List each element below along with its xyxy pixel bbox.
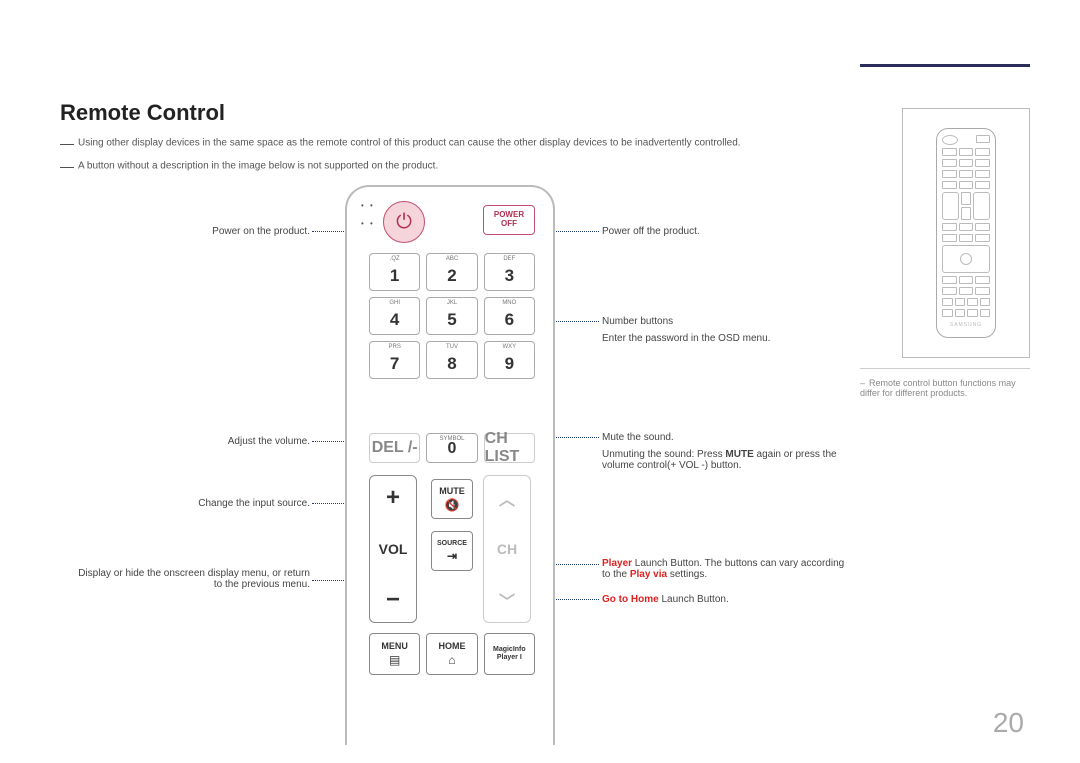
ir-dots: • • — [361, 201, 375, 210]
key-chlist: CH LIST — [484, 433, 535, 463]
callout-home: Go to Home Launch Button. — [602, 594, 852, 605]
home-icon: ⌂ — [448, 653, 455, 667]
key-3: DEF3 — [484, 253, 535, 291]
vol-plus-icon: + — [386, 484, 400, 512]
callout-power-off: Power off the product. — [602, 226, 852, 237]
chevron-down-icon: ﹀ — [499, 588, 515, 612]
key-del: DEL /- — [369, 433, 420, 463]
power-button: ⏻ — [383, 201, 425, 243]
power-off-button: POWEROFF — [483, 205, 535, 235]
mini-brand: SAMSUNG — [942, 322, 990, 328]
note-2: ―A button without a description in the i… — [60, 158, 438, 174]
key-6: MNO6 — [484, 297, 535, 335]
callout-player: Player Launch Button. The buttons can va… — [602, 558, 852, 580]
mute-button: MUTE🔇 — [431, 479, 473, 519]
vol-minus-icon: − — [386, 586, 400, 614]
key-7: PRS7 — [369, 341, 420, 379]
channel-rocker: ︿ CH ﹀ — [483, 475, 531, 623]
ir-dots: • • — [361, 219, 375, 228]
callout-power-on: Power on the product. — [70, 226, 310, 237]
callout-menu: Display or hide the onscreen display men… — [70, 568, 310, 590]
home-button: HOME⌂ — [426, 633, 477, 675]
callout-numbers: Number buttons Enter the password in the… — [602, 316, 852, 344]
key-1: .QZ1 — [369, 253, 420, 291]
key-9: WXY9 — [484, 341, 535, 379]
thumb-separator — [860, 368, 1030, 369]
chevron-up-icon: ︿ — [499, 486, 515, 510]
source-icon: ⇥ — [447, 549, 457, 563]
key-8: TUV8 — [426, 341, 477, 379]
row-del-zero-chlist: DEL /- SYMBOL0 CH LIST — [369, 433, 535, 463]
key-2: ABC2 — [426, 253, 477, 291]
menu-button: MENU▤ — [369, 633, 420, 675]
thumbnail-panel: SAMSUNG — [902, 108, 1030, 358]
volume-rocker: + VOL − — [369, 475, 417, 623]
menu-icon: ▤ — [389, 653, 400, 667]
number-pad: .QZ1 ABC2 DEF3 GHI4 JKL5 MNO6 PRS7 TUV8 … — [369, 253, 535, 379]
callout-volume: Adjust the volume. — [70, 436, 310, 447]
magicinfo-button: MagicInfoPlayer I — [484, 633, 535, 675]
key-0: SYMBOL0 — [426, 433, 477, 463]
thumbnail-note: –Remote control button functions may dif… — [860, 378, 1030, 398]
key-5: JKL5 — [426, 297, 477, 335]
remote-diagram: • • • • ⏻ POWEROFF .QZ1 ABC2 DEF3 GHI4 J… — [345, 185, 555, 745]
source-button: SOURCE⇥ — [431, 531, 473, 571]
callout-source: Change the input source. — [70, 498, 310, 509]
note-1: ―Using other display devices in the same… — [60, 135, 741, 151]
mini-remote: SAMSUNG — [936, 128, 996, 338]
bottom-row: MENU▤ HOME⌂ MagicInfoPlayer I — [369, 633, 535, 675]
page-title: Remote Control — [60, 100, 225, 126]
page-number: 20 — [993, 707, 1024, 739]
callout-mute: Mute the sound. Unmuting the sound: Pres… — [602, 432, 852, 471]
header-rule — [860, 64, 1030, 67]
mute-icon: 🔇 — [445, 498, 460, 512]
key-4: GHI4 — [369, 297, 420, 335]
